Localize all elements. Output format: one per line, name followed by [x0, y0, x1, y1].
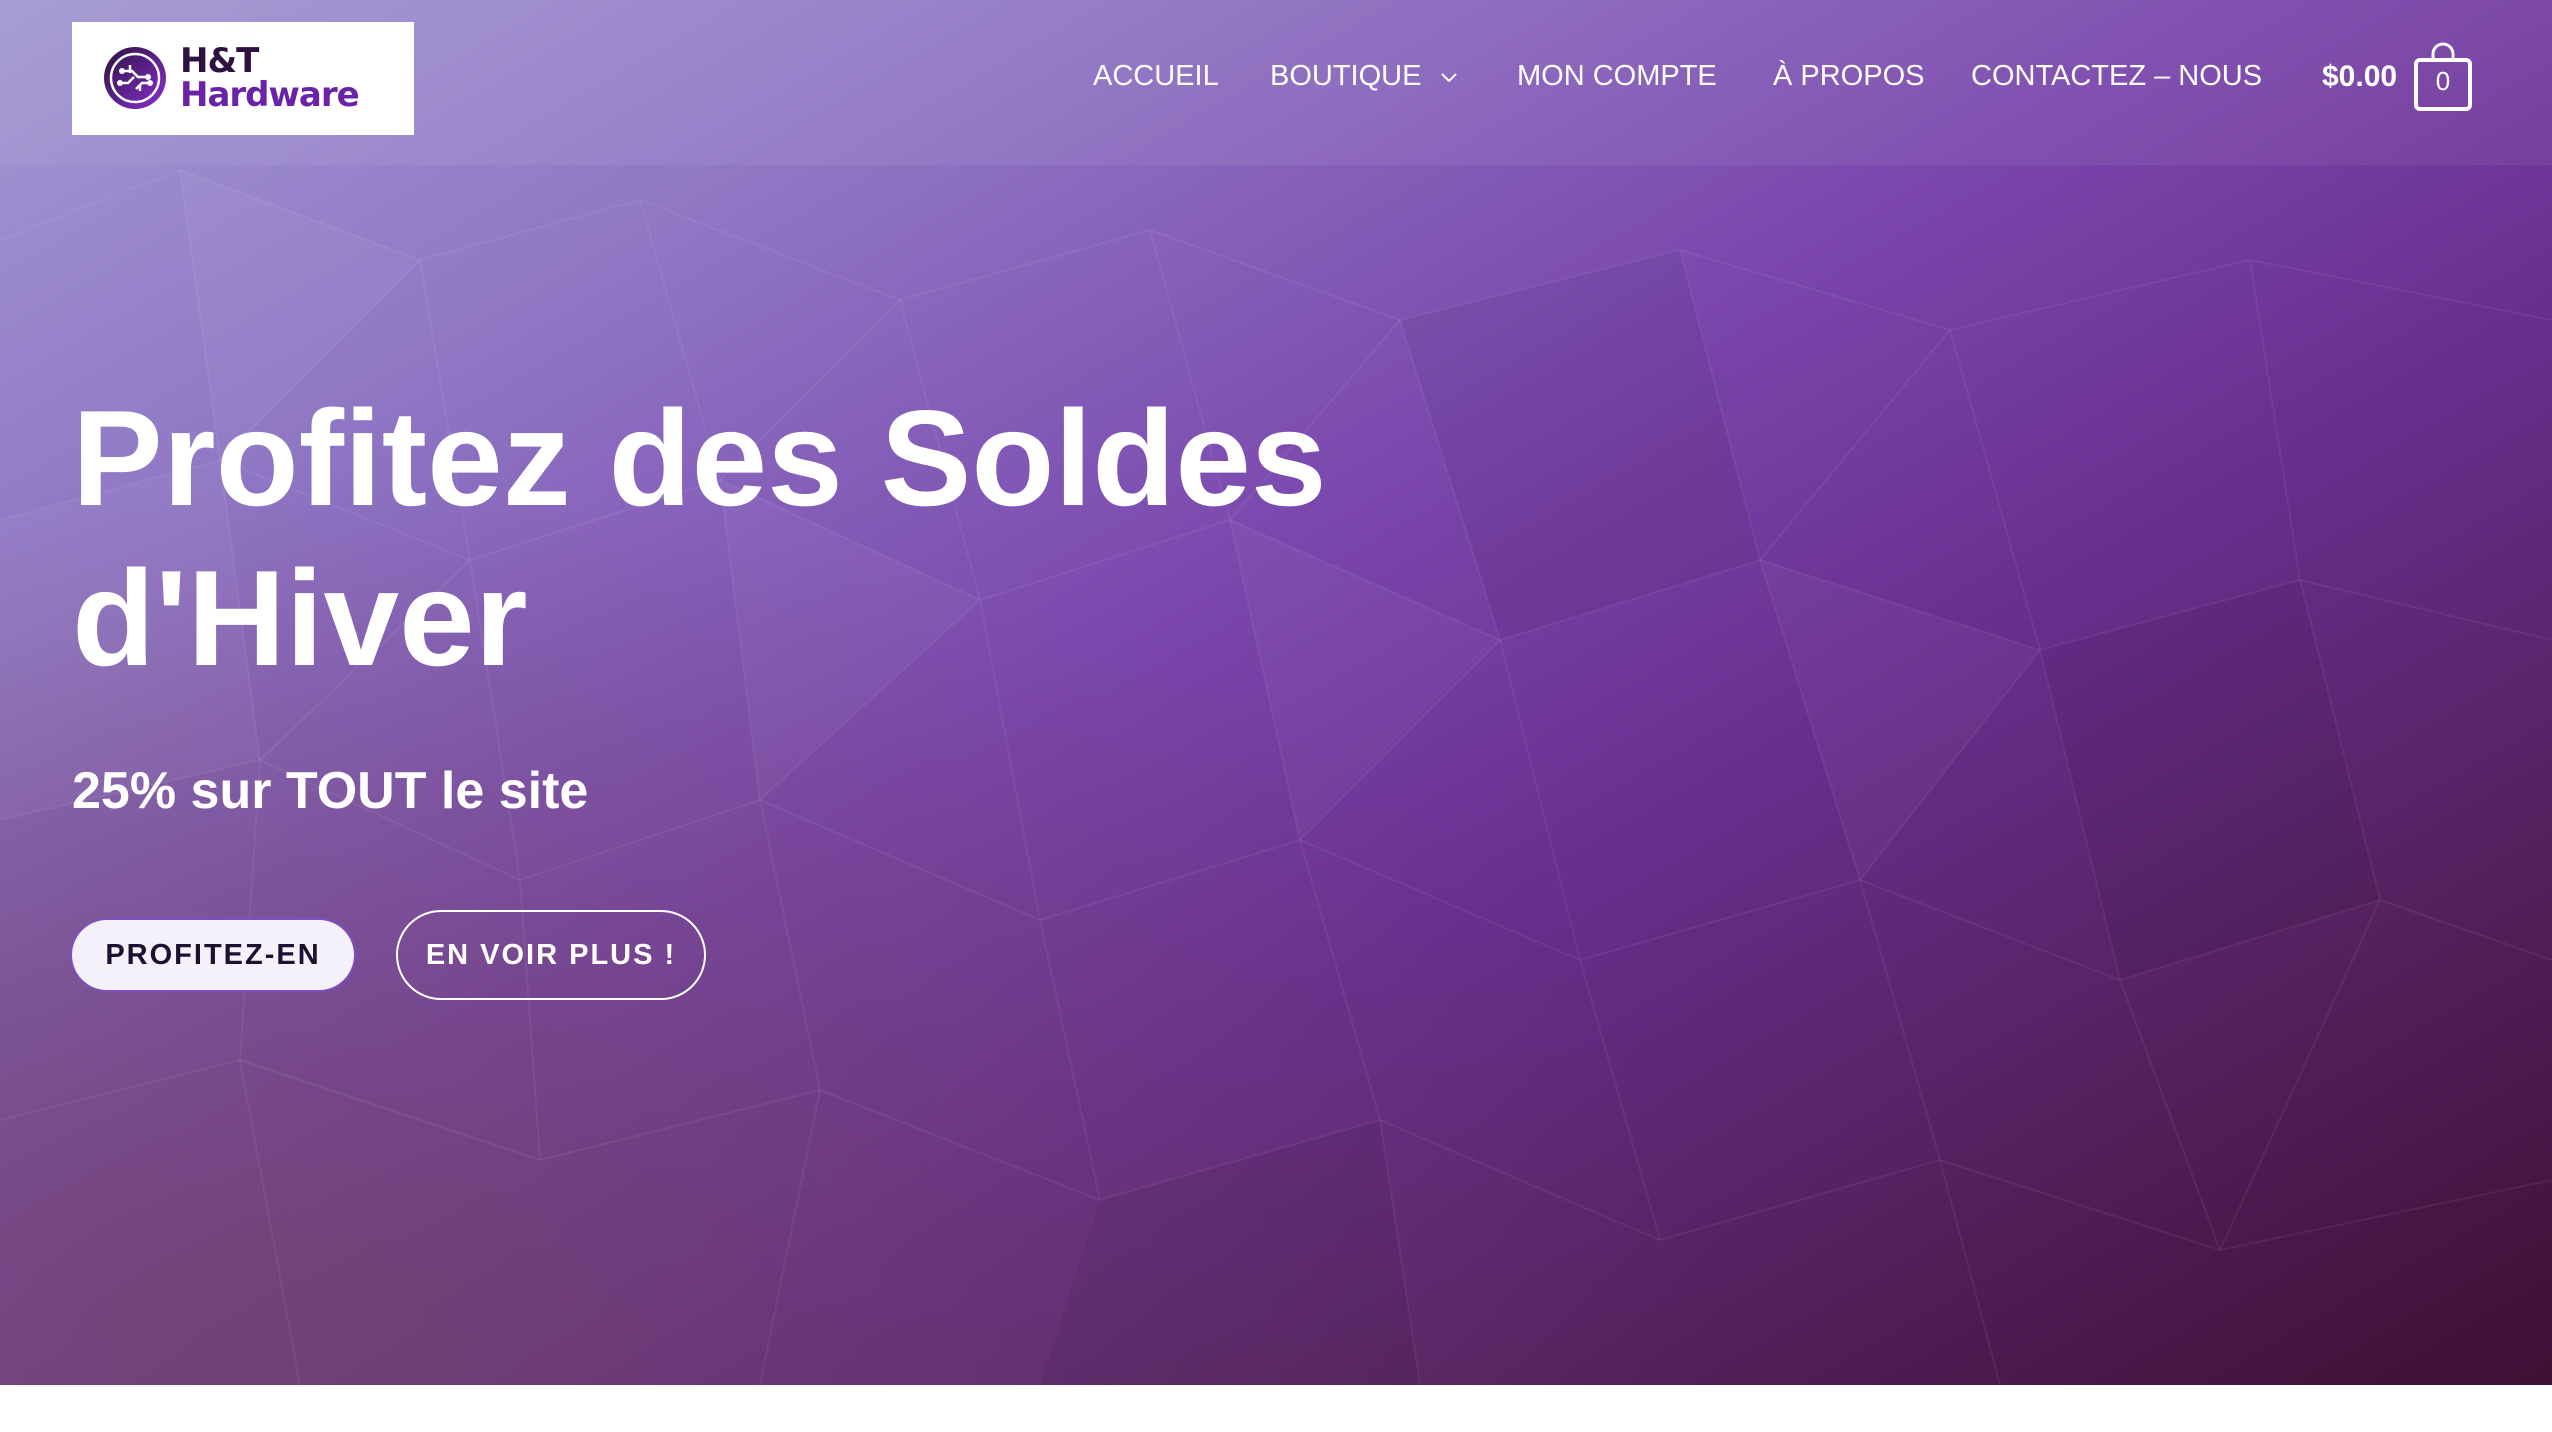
hero-subtitle: 25% sur TOUT le site [72, 762, 589, 820]
en-voir-plus-button[interactable]: EN VOIR PLUS ! [396, 910, 706, 1000]
nav-item-contactez-nous[interactable]: CONTACTEZ – NOUS [1971, 60, 2262, 93]
hero-title-line-1: Profitez des Soldes [72, 382, 1327, 534]
nav-item-boutique[interactable]: BOUTIQUE [1270, 60, 1458, 93]
site-logo[interactable]: H&T Hardware [72, 22, 414, 135]
hero-title-line-2: d'Hiver [72, 542, 528, 694]
chevron-down-icon [1440, 73, 1457, 83]
logo-line-2: Hardware [180, 75, 360, 115]
nav-item-accueil[interactable]: ACCUEIL [1093, 60, 1219, 93]
cart-count: 0 [2435, 66, 2451, 96]
nav-item-a-propos[interactable]: À PROPOS [1773, 60, 1925, 93]
nav-item-mon-compte[interactable]: MON COMPTE [1517, 60, 1717, 93]
circuit-globe-icon [104, 47, 166, 109]
nav-item-boutique-label: BOUTIQUE [1270, 60, 1422, 92]
cart-total: $0.00 [2322, 60, 2398, 93]
site-header: H&T Hardware ACCUEIL BOUTIQUE MON COMPTE… [0, 0, 2552, 165]
hero-title: Profitez des Soldes d'Hiver [72, 378, 1372, 698]
profitez-en-button[interactable]: PROFITEZ-EN [72, 920, 354, 990]
logo-wordmark: H&T Hardware [180, 41, 360, 115]
logo-line-1: H&T [180, 41, 259, 81]
